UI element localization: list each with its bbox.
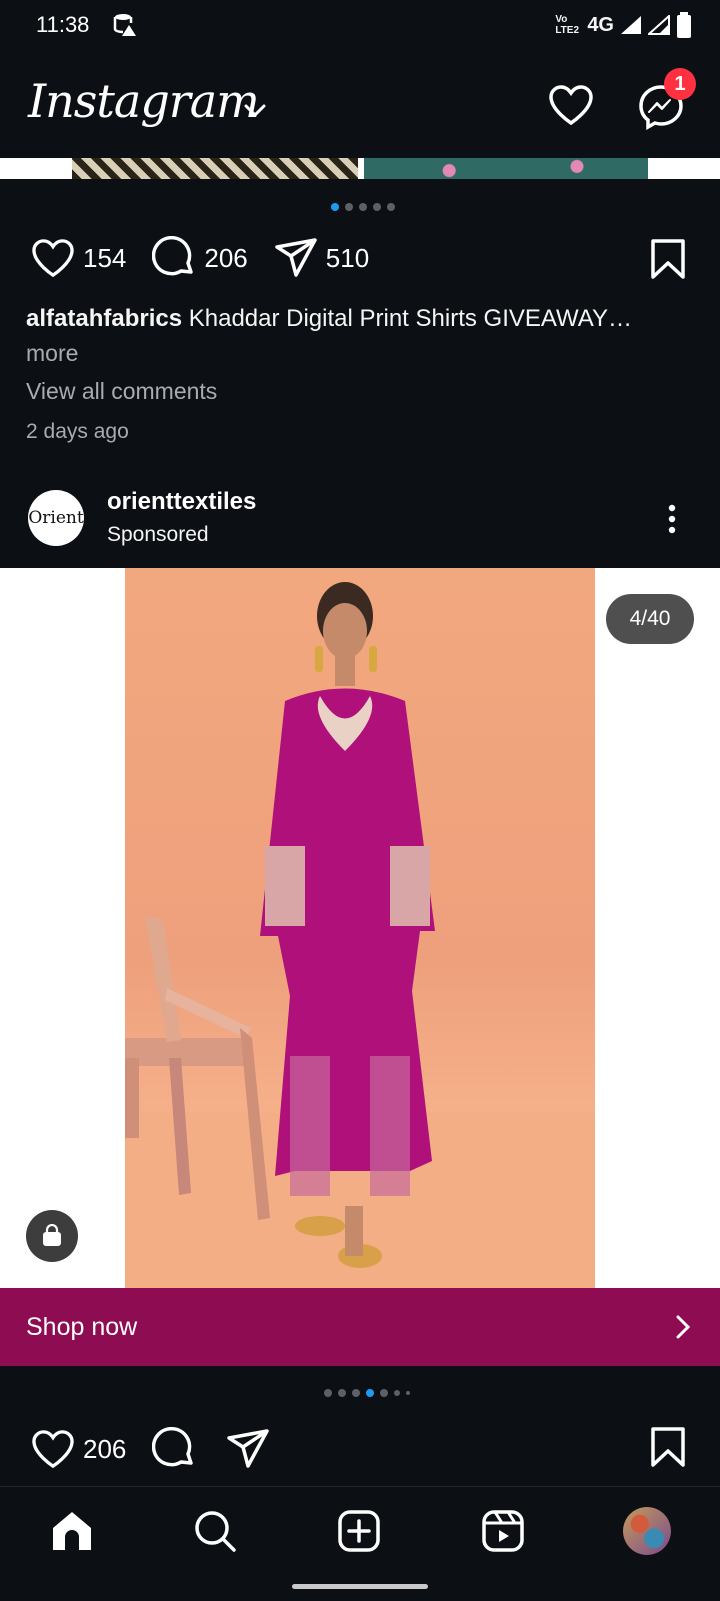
carousel-dot [373, 203, 381, 211]
send-icon[interactable] [226, 1428, 270, 1470]
like-count[interactable]: 154 [83, 243, 126, 274]
like-count[interactable]: 206 [83, 1434, 126, 1465]
messages-badge: 1 [664, 68, 696, 100]
previous-post-carousel-dots [331, 203, 395, 211]
shopping-bag-icon [43, 1224, 61, 1246]
heart-icon[interactable] [31, 238, 75, 278]
carousel-dot [387, 203, 395, 211]
data-saver-icon [113, 14, 136, 36]
post-carousel-dots [324, 1389, 410, 1397]
signal-icon-2 [648, 15, 670, 35]
search-icon [195, 1511, 236, 1552]
post-username[interactable]: orienttextiles [107, 488, 256, 516]
network-label: 4G [587, 13, 614, 36]
notifications-heart-icon[interactable] [548, 84, 594, 126]
sponsored-label: Sponsored [107, 523, 209, 546]
bookmark-icon[interactable] [650, 1426, 686, 1468]
caption-text: Khaddar Digital Print Shirts GIVEAWAY… [188, 305, 632, 332]
nav-profile[interactable] [623, 1507, 671, 1555]
previous-post-image-slide-2 [364, 158, 648, 179]
shopping-bag-button[interactable] [26, 1210, 78, 1262]
post-actions: 206 [31, 1427, 270, 1471]
carousel-dot [331, 203, 339, 211]
more-options-icon[interactable] [668, 504, 676, 534]
post-image[interactable] [0, 568, 720, 1288]
heart-icon[interactable] [31, 1429, 75, 1469]
status-bar: 11:38 Vo LTE2 4G [0, 0, 720, 52]
nav-reels[interactable] [479, 1507, 527, 1555]
previous-post-caption: alfatahfabrics Khaddar Digital Print Shi… [26, 302, 666, 371]
previous-post-image-slide-1 [72, 158, 358, 179]
previous-post-actions: 154 206 510 [31, 236, 395, 280]
send-icon[interactable] [274, 237, 318, 279]
avatar-text: Orient [28, 508, 84, 528]
product-photo [125, 568, 595, 1288]
carousel-dot [338, 1389, 346, 1397]
model-figure [260, 582, 435, 1268]
create-icon [338, 1510, 380, 1552]
avatar[interactable]: Orient [28, 490, 84, 546]
nav-home[interactable] [48, 1507, 96, 1555]
home-icon [53, 1512, 91, 1550]
post-timestamp: 2 days ago [26, 420, 129, 443]
chevron-down-icon[interactable] [244, 104, 266, 118]
carousel-dot [359, 203, 367, 211]
reels-icon [482, 1510, 524, 1552]
carousel-dot [394, 1390, 400, 1396]
status-indicators: Vo LTE2 4G [555, 12, 692, 38]
signal-icon [621, 16, 641, 34]
instagram-logo[interactable]: Instagram [28, 74, 260, 128]
battery-icon [677, 12, 691, 38]
shop-now-button[interactable]: Shop now [0, 1288, 720, 1366]
chevron-right-icon [676, 1315, 690, 1339]
share-count[interactable]: 510 [326, 243, 369, 274]
previous-post-image[interactable] [0, 158, 720, 179]
bookmark-icon[interactable] [650, 238, 686, 280]
comment-icon[interactable] [152, 1427, 196, 1471]
carousel-dot [345, 203, 353, 211]
image-counter-badge: 4/40 [606, 594, 694, 644]
view-all-comments-link[interactable]: View all comments [26, 378, 217, 405]
caption-username[interactable]: alfatahfabrics [26, 305, 182, 332]
caption-more-link[interactable]: more [26, 340, 78, 366]
comment-icon[interactable] [152, 236, 196, 280]
nav-search[interactable] [191, 1507, 239, 1555]
nav-create[interactable] [335, 1507, 383, 1555]
home-indicator[interactable] [292, 1584, 428, 1589]
profile-avatar [623, 1507, 671, 1555]
carousel-dot [380, 1389, 388, 1397]
carousel-dot [352, 1389, 360, 1397]
carousel-dot-active [366, 1389, 374, 1397]
shop-now-label: Shop now [26, 1312, 138, 1341]
carousel-dot [406, 1391, 410, 1395]
comment-count[interactable]: 206 [204, 243, 247, 274]
volte-label: Vo LTE2 [555, 14, 580, 36]
status-time: 11:38 [36, 12, 90, 37]
carousel-dot [324, 1389, 332, 1397]
